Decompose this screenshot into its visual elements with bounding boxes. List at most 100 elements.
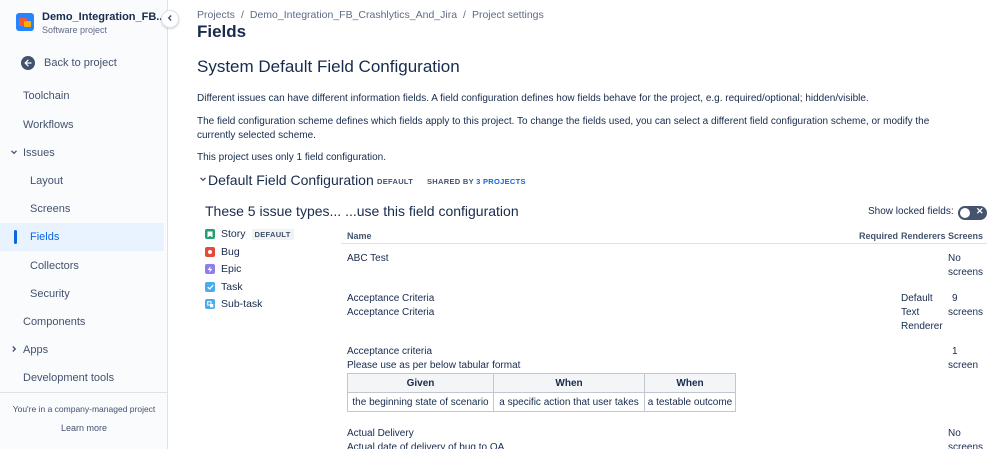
back-to-project-label: Back to project: [44, 57, 117, 69]
field-screens[interactable]: No: [948, 252, 961, 266]
sidebar-item-label: Layout: [30, 175, 64, 187]
chevron-left-icon: [166, 13, 174, 25]
sidebar-item-collectors[interactable]: Collectors: [0, 252, 164, 280]
bug-icon: [205, 247, 215, 257]
description-table-cell: a specific action that user takes: [493, 392, 645, 412]
sidebar-item-fields[interactable]: Fields: [0, 223, 164, 251]
field-configuration-header[interactable]: Default Field Configuration DEFAULT SHAR…: [199, 171, 699, 191]
issue-type-label: Task: [221, 281, 243, 293]
column-header-renderers: Renderers: [901, 231, 946, 241]
field-name: Acceptance Criteria: [347, 293, 435, 304]
sidebar-item-label: Workflows: [23, 119, 74, 131]
field-renderer: Text: [901, 307, 920, 318]
sidebar-item-label: Security: [30, 288, 70, 300]
shared-by-label: SHARED BY: [427, 177, 474, 186]
issue-type-task: Task: [205, 280, 335, 294]
active-indicator: [14, 230, 17, 244]
description-table-cell: the beginning state of scenario: [347, 392, 494, 412]
field-screens[interactable]: 1: [952, 345, 958, 359]
sidebar-item-issues[interactable]: Issues: [0, 139, 164, 167]
sidebar-item-layout[interactable]: Layout: [0, 167, 164, 195]
show-locked-fields-label: Show locked fields:: [868, 206, 954, 217]
subtask-icon: [205, 299, 215, 309]
issue-type-bug: Bug: [205, 245, 335, 259]
sidebar-item-apps[interactable]: Apps: [0, 336, 164, 364]
company-managed-note: You're in a company-managed project: [12, 404, 156, 414]
field-name: Actual Delivery: [347, 428, 414, 439]
description-table-header-cell: When: [493, 373, 645, 393]
issue-type-epic: Epic: [205, 262, 335, 276]
sidebar-item-workflows[interactable]: Workflows: [0, 111, 164, 139]
field-description: Actual date of delivery of bug to QA: [347, 442, 505, 449]
sidebar-item-label: Fields: [30, 231, 60, 243]
sidebar-item-label: Screens: [30, 203, 71, 215]
page-title: Fields: [197, 22, 247, 41]
sidebar-item-label: Toolchain: [23, 90, 70, 102]
field-screens[interactable]: screens: [948, 266, 983, 280]
scheme-paragraph: The field configuration scheme defines w…: [197, 116, 930, 141]
sidebar-item-label: Issues: [23, 147, 55, 159]
show-locked-fields-toggle[interactable]: ✕: [958, 206, 987, 220]
issue-type-label: Epic: [221, 263, 242, 275]
learn-more-link[interactable]: Learn more: [0, 423, 168, 433]
issue-type-label: Bug: [221, 246, 240, 258]
field-name: ABC Test: [347, 253, 389, 264]
sidebar-item-label: Components: [23, 316, 86, 328]
project-avatar: [16, 13, 34, 31]
description-table-cell: a testable outcome: [644, 392, 736, 412]
field-name: Acceptance criteria: [347, 346, 433, 357]
close-icon: ✕: [976, 206, 984, 216]
field-screens[interactable]: screen: [948, 359, 978, 373]
sidebar-item-toolchain[interactable]: Toolchain: [0, 82, 164, 110]
sidebar-item-label: Development tools: [23, 372, 115, 384]
field-screens[interactable]: screens: [948, 306, 983, 320]
field-renderer: Default: [901, 293, 933, 304]
sidebar-item-components[interactable]: Components: [0, 308, 164, 336]
sidebar-item-development-tools[interactable]: Development tools: [0, 364, 164, 392]
issue-type-label: Sub-task: [221, 298, 263, 310]
field-renderer: Renderer: [901, 321, 943, 332]
sidebar: Demo_Integration_FB... Software project …: [0, 0, 168, 449]
field-configuration-title: Default Field Configuration: [208, 172, 374, 188]
collapse-sidebar-button[interactable]: [161, 10, 179, 28]
story-icon: [205, 229, 215, 239]
config-count-paragraph: This project uses only 1 field configura…: [197, 152, 386, 163]
field-screens[interactable]: screens: [948, 441, 983, 449]
project-type: Software project: [42, 25, 108, 35]
default-lozenge: DEFAULT: [251, 228, 294, 240]
field-configuration-scheme-title: System Default Field Configuration: [197, 57, 460, 76]
project-header[interactable]: Demo_Integration_FB... Software project: [16, 10, 166, 38]
column-header-name: Name: [347, 231, 372, 241]
description-paragraph: Different issues can have different info…: [197, 93, 869, 104]
sidebar-item-security[interactable]: Security: [0, 280, 164, 308]
table-header: Name Required Renderers Screens: [341, 227, 987, 244]
epic-icon: [205, 264, 215, 274]
back-to-project-link[interactable]: Back to project: [21, 54, 161, 72]
chevron-right-icon: [10, 345, 18, 355]
arrow-left-icon: [21, 56, 35, 70]
breadcrumb: Projects / Demo_Integration_FB_Crashlytics…: [197, 9, 544, 21]
field-screens[interactable]: 9: [952, 292, 958, 306]
field-screens[interactable]: No: [948, 427, 961, 441]
description-table: Given When When the beginning state of s…: [347, 373, 736, 412]
shared-by-lozenge: SHARED BY 3 PROJECTS: [427, 177, 526, 186]
sidebar-item-label: Apps: [23, 344, 49, 356]
shared-projects-link[interactable]: 3 PROJECTS: [476, 177, 526, 186]
chevron-down-icon[interactable]: [199, 175, 207, 185]
breadcrumb-projects[interactable]: Projects: [197, 9, 235, 21]
default-lozenge: DEFAULT: [377, 177, 414, 186]
toggle-knob: [960, 208, 970, 218]
issue-types-heading: These 5 issue types... ...use this field…: [205, 203, 519, 219]
breadcrumb-project[interactable]: Demo_Integration_FB_Crashlytics_And_Jira: [250, 9, 457, 21]
task-icon: [205, 282, 215, 292]
divider: [0, 392, 168, 393]
breadcrumb-project-settings[interactable]: Project settings: [472, 9, 544, 21]
description-table-header-cell: When: [644, 373, 736, 393]
description-table-header: Given When When: [347, 373, 736, 393]
description-table-row: the beginning state of scenario a specif…: [347, 392, 736, 412]
issue-type-sub-task: Sub-task: [205, 297, 335, 311]
sidebar-item-screens[interactable]: Screens: [0, 195, 164, 223]
field-description: Please use as per below tabular format: [347, 360, 521, 371]
column-header-required: Required: [859, 231, 899, 241]
issue-type-story: Story DEFAULT: [205, 227, 335, 241]
